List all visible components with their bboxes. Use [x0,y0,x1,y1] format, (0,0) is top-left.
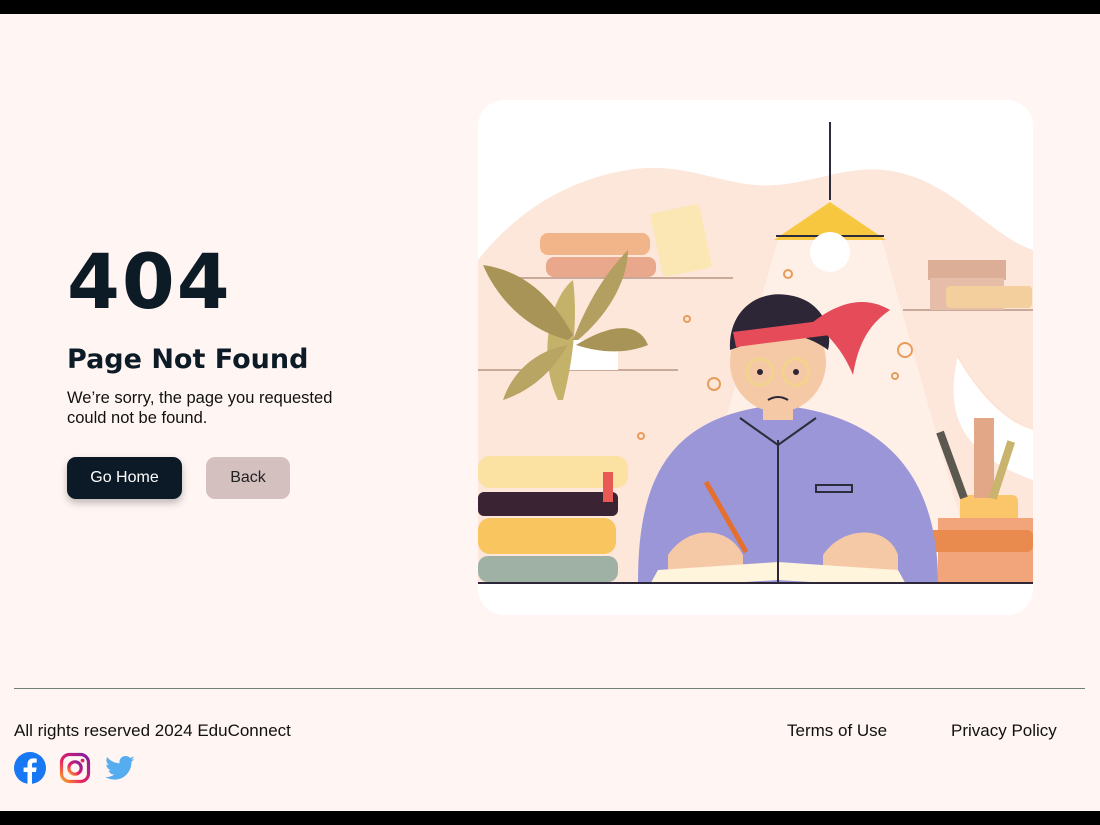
studying-student-illustration [478,100,1033,615]
instagram-icon[interactable] [59,752,91,784]
terms-of-use-link[interactable]: Terms of Use [787,721,887,741]
error-page: 404 Page Not Found We’re sorry, the page… [0,14,1100,811]
bottom-letterbox-bar [0,811,1100,825]
footer-divider [14,688,1085,689]
privacy-policy-link[interactable]: Privacy Policy [951,721,1057,741]
action-buttons: Go Home Back [67,457,290,499]
page-title: Page Not Found [67,344,309,375]
top-letterbox-bar [0,0,1100,14]
social-links [14,752,136,784]
go-home-button[interactable]: Go Home [67,457,182,499]
copyright-text: All rights reserved 2024 EduConnect [14,721,291,740]
error-description: We’re sorry, the page you requested coul… [67,389,333,427]
error-code: 404 [67,237,232,326]
facebook-icon[interactable] [14,752,46,784]
error-message-block: 404 Page Not Found We’re sorry, the page… [67,242,407,428]
twitter-icon[interactable] [104,752,136,784]
back-button[interactable]: Back [206,457,290,499]
